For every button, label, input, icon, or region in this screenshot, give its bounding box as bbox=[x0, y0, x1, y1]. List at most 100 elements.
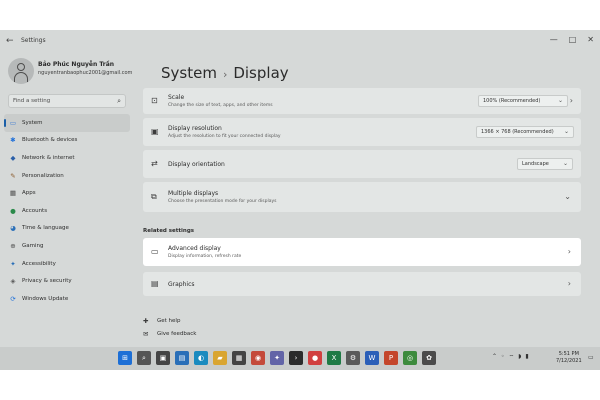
title-bar: ← Settings — □ ✕ bbox=[0, 30, 600, 52]
sidebar-item-accounts[interactable]: ● Accounts bbox=[0, 202, 132, 220]
feedback-icon: ✉ bbox=[143, 329, 149, 338]
tray-app-icon[interactable]: ◦ bbox=[501, 353, 505, 361]
clock[interactable]: 5:51 PM 7/12/2021 bbox=[556, 351, 582, 365]
chrome-icon[interactable]: ◎ bbox=[403, 351, 417, 365]
sidebar-item-label: Personalization bbox=[22, 172, 64, 179]
orientation-icon: ⇄ bbox=[151, 159, 158, 168]
avatar bbox=[8, 58, 34, 84]
close-button[interactable]: ✕ bbox=[587, 35, 594, 44]
apps-icon: ▦ bbox=[9, 189, 17, 198]
graphics-icon: ▤ bbox=[151, 279, 159, 288]
get-help-link[interactable]: ✚ Get help bbox=[143, 314, 196, 327]
breadcrumb-parent[interactable]: System bbox=[161, 64, 217, 82]
resolution-card[interactable]: ▣ Display resolution Adjust the resoluti… bbox=[143, 118, 581, 146]
file-explorer-icon[interactable]: ▰ bbox=[213, 351, 227, 365]
battery-icon[interactable]: ▮ bbox=[525, 353, 528, 361]
taskbar-apps: ⊞ ⌕ ▣ ▤ ◐ ▰ ▦ ◉ ✦ › ● X ⚙ W P ◎ ✿ bbox=[118, 351, 436, 365]
wifi-icon[interactable]: ⌔ bbox=[509, 353, 515, 361]
sidebar-item-label: Time & language bbox=[22, 225, 69, 232]
terminal-icon[interactable]: › bbox=[289, 351, 303, 365]
sidebar-item-accessibility[interactable]: ✦ Accessibility bbox=[0, 255, 132, 273]
user-email: nguyentranbaophuc2001@gmail.com bbox=[38, 70, 133, 76]
notification-icon[interactable]: ▭ bbox=[588, 354, 594, 361]
word-icon[interactable]: W bbox=[365, 351, 379, 365]
orientation-value: Landscape bbox=[522, 161, 549, 167]
multiple-displays-title: Multiple displays bbox=[168, 190, 219, 197]
sidebar-item-apps[interactable]: ▦ Apps bbox=[0, 184, 132, 202]
controller-icon: ⊕ bbox=[10, 241, 16, 250]
show-hidden-icons-icon[interactable]: ⌃ bbox=[492, 353, 497, 361]
orientation-card[interactable]: ⇄ Display orientation Landscape ⌄ bbox=[143, 150, 581, 178]
sidebar-item-windows-update[interactable]: ⟳ Windows Update bbox=[0, 290, 132, 308]
user-name: Bảo Phúc Nguyễn Trần bbox=[38, 61, 115, 68]
sidebar-item-privacy-security[interactable]: ◈ Privacy & security bbox=[0, 272, 132, 290]
scale-icon: ⊡ bbox=[151, 96, 158, 105]
user-profile[interactable]: Bảo Phúc Nguyễn Trần nguyentranbaophuc20… bbox=[8, 58, 138, 88]
advanced-display-title: Advanced display bbox=[168, 245, 221, 252]
maximize-button[interactable]: □ bbox=[569, 35, 577, 44]
scale-card[interactable]: ⊡ Scale Change the size of text, apps, a… bbox=[143, 88, 581, 114]
sidebar-item-label: Windows Update bbox=[22, 295, 69, 302]
start-icon[interactable]: ⊞ bbox=[118, 351, 132, 365]
accessibility-icon: ✦ bbox=[10, 259, 16, 268]
sidebar-item-bluetooth-devices[interactable]: ✱ Bluetooth & devices bbox=[0, 132, 132, 150]
monitor-icon: ▭ bbox=[151, 247, 159, 256]
sidebar-item-gaming[interactable]: ⊕ Gaming bbox=[0, 237, 132, 255]
advanced-display-desc: Display information, refresh rate bbox=[168, 254, 242, 259]
sidebar-item-label: Privacy & security bbox=[22, 278, 72, 285]
search-placeholder: Find a setting bbox=[13, 98, 51, 104]
avatar-head bbox=[17, 63, 25, 71]
advanced-display-card[interactable]: ▭ Advanced display Display information, … bbox=[143, 238, 581, 266]
resolution-value: 1366 × 768 (Recommended) bbox=[481, 129, 554, 135]
orientation-dropdown[interactable]: Landscape ⌄ bbox=[517, 158, 573, 170]
give-feedback-link[interactable]: ✉ Give feedback bbox=[143, 327, 196, 340]
photos-icon[interactable]: ◉ bbox=[251, 351, 265, 365]
settings-gear-icon[interactable]: ⚙ bbox=[346, 351, 360, 365]
sidebar-item-label: Accounts bbox=[22, 207, 48, 214]
person-icon: ● bbox=[10, 206, 16, 215]
minimize-button[interactable]: — bbox=[550, 35, 558, 44]
back-button[interactable]: ← bbox=[6, 36, 14, 46]
search-icon[interactable]: ⌕ bbox=[137, 351, 151, 365]
app-badge-icon[interactable]: ● bbox=[308, 351, 322, 365]
graphics-card[interactable]: ▤ Graphics › bbox=[143, 272, 581, 296]
settings-icon[interactable]: ✿ bbox=[422, 351, 436, 365]
resolution-title: Display resolution bbox=[168, 125, 222, 132]
get-help-label: Get help bbox=[157, 317, 181, 324]
settings-window: ← Settings — □ ✕ Bảo Phúc Nguyễn Trần ng… bbox=[0, 30, 600, 370]
window-controls: — □ ✕ bbox=[550, 35, 594, 44]
breadcrumb-current: Display bbox=[233, 64, 289, 82]
bluetooth-icon: ✱ bbox=[10, 136, 16, 145]
sidebar-item-personalization[interactable]: ✎ Personalization bbox=[0, 167, 132, 185]
widgets-icon[interactable]: ▤ bbox=[175, 351, 189, 365]
taskbar: ⊞ ⌕ ▣ ▤ ◐ ▰ ▦ ◉ ✦ › ● X ⚙ W P ◎ ✿ ⌃ ◦ ⌔ ◗ ▮ 5:51 PM 7/12/202… bbox=[0, 347, 600, 370]
resolution-dropdown[interactable]: 1366 × 768 (Recommended) ⌄ bbox=[476, 126, 574, 138]
clock-time: 5:51 PM bbox=[558, 351, 579, 357]
page-title: System › Display bbox=[161, 64, 289, 82]
clock-date: 7/12/2021 bbox=[556, 358, 582, 364]
sidebar-item-label: System bbox=[22, 119, 43, 126]
sidebar-item-time-language[interactable]: ◕ Time & language bbox=[0, 220, 132, 238]
multiple-displays-card[interactable]: ⧉ Multiple displays Choose the presentat… bbox=[143, 182, 581, 212]
search-input[interactable]: Find a setting ⌕ bbox=[8, 94, 126, 108]
chevron-down-icon: ⌄ bbox=[562, 160, 568, 167]
scale-dropdown[interactable]: 100% (Recommended) ⌄ bbox=[478, 95, 568, 107]
sidebar-item-system[interactable]: ▭ System bbox=[4, 114, 130, 132]
multiple-displays-desc: Choose the presentation mode for your di… bbox=[168, 199, 277, 204]
excel-icon[interactable]: X bbox=[327, 351, 341, 365]
task-view-icon[interactable]: ▣ bbox=[156, 351, 170, 365]
breadcrumb-separator: › bbox=[222, 68, 228, 81]
orientation-title: Display orientation bbox=[168, 161, 225, 168]
update-icon: ⟳ bbox=[10, 294, 16, 303]
teams-icon[interactable]: ✦ bbox=[270, 351, 284, 365]
volume-icon[interactable]: ◗ bbox=[518, 353, 521, 361]
monitor-icon: ▭ bbox=[9, 118, 17, 127]
edge-icon[interactable]: ◐ bbox=[194, 351, 208, 365]
scale-desc: Change the size of text, apps, and other… bbox=[168, 103, 273, 108]
powerpoint-icon[interactable]: P bbox=[384, 351, 398, 365]
search-icon: ⌕ bbox=[117, 97, 121, 105]
sidebar-item-label: Apps bbox=[22, 190, 36, 197]
sidebar-item-network-internet[interactable]: ◆ Network & internet bbox=[0, 149, 132, 167]
app-title: Settings bbox=[21, 37, 46, 44]
store-icon[interactable]: ▦ bbox=[232, 351, 246, 365]
